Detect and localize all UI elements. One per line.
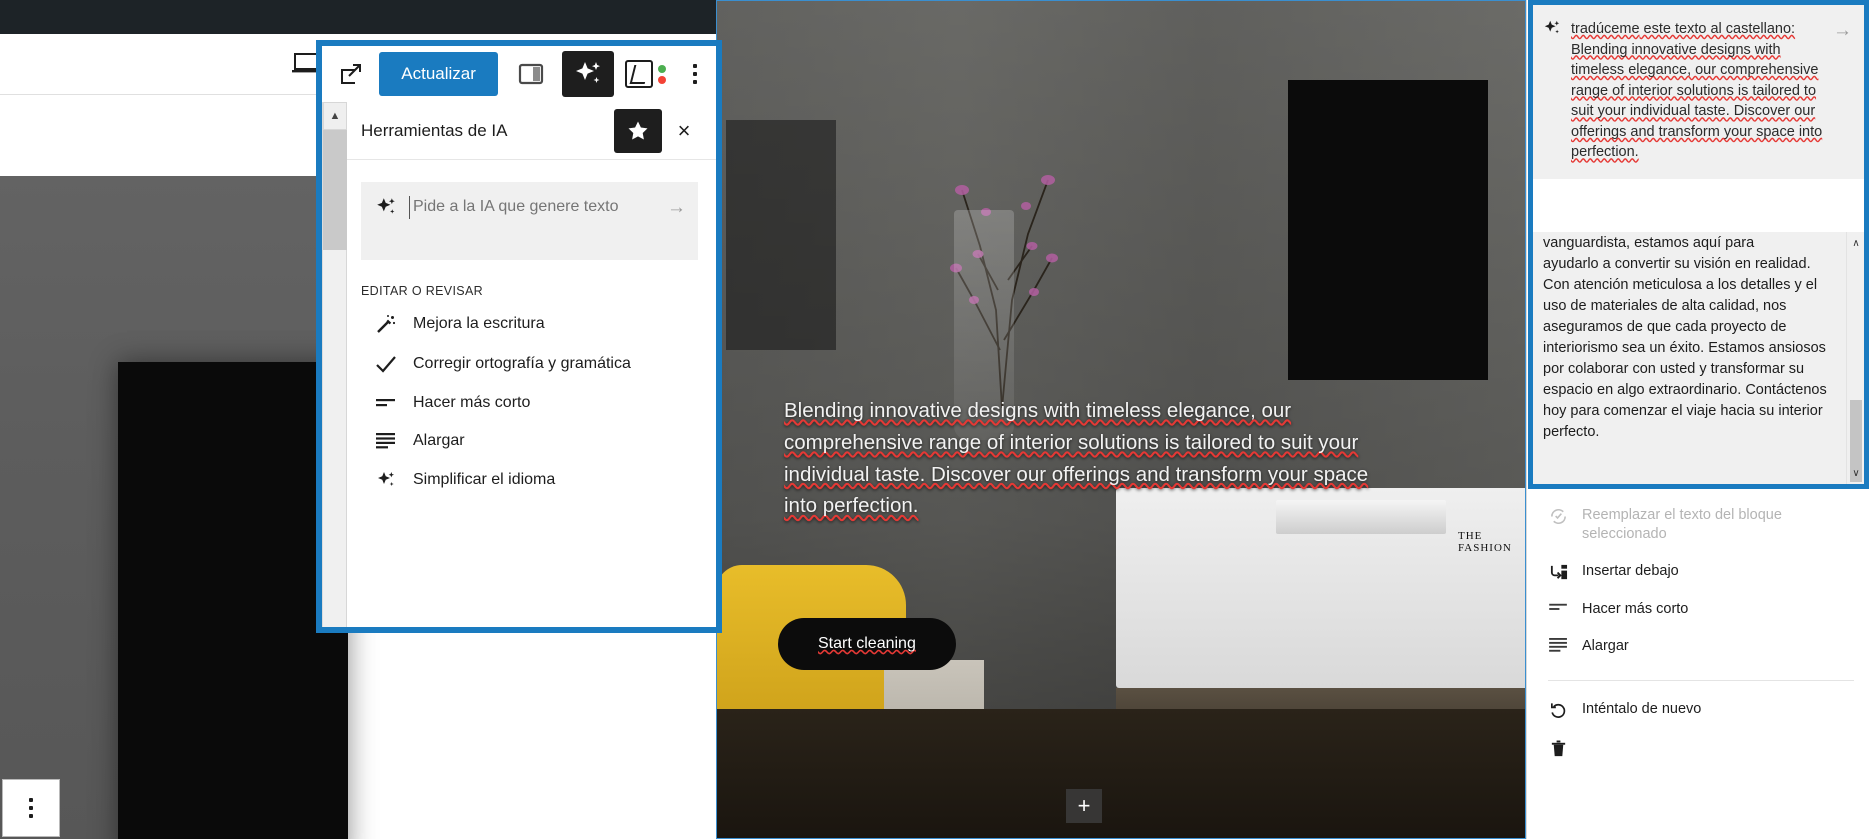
sidebar-panel-icon [517,60,545,88]
ai-section-heading: EDITAR O REVISAR [361,284,484,298]
ai-response-container: vanguardista, estamos aquí para ayudarlo… [1533,232,1864,484]
ai-menu-item-spelling-grammar[interactable]: Corregir ortografía y gramática [323,344,716,384]
hero-frame-left [726,120,836,350]
ai-result-prompt[interactable]: tradúceme este texto al castellano: Blen… [1533,5,1864,180]
sparkles-icon [375,196,397,218]
ai-prompt-input[interactable]: Pide a la IA que genere texto → [361,182,698,260]
close-button[interactable]: × [662,109,706,153]
view-site-button[interactable] [322,46,379,102]
retry-icon [1548,700,1568,720]
scroll-up-icon[interactable]: ∧ [1847,234,1865,252]
star-icon [628,121,648,139]
ai-menu-item-label: Mejora la escritura [413,315,545,332]
ai-response-text-area[interactable]: vanguardista, estamos aquí para ayudarlo… [1533,232,1846,484]
action-try-again[interactable]: Inténtalo de nuevo [1526,691,1876,729]
replace-icon [1548,506,1568,526]
insert-below-icon [1548,562,1568,582]
add-block-button[interactable]: + [1066,789,1102,823]
ai-prompt-keyword: tradúceme [1571,21,1640,37]
ai-prompt-placeholder: Pide a la IA que genere texto [409,196,655,219]
scroll-down-icon[interactable]: ∨ [1847,464,1865,482]
editor-options-button[interactable] [673,46,716,102]
action-make-longer[interactable]: Alargar [1526,628,1876,665]
hero-art-caption: THE FASHION [1458,530,1512,554]
ai-menu-item-label: Corregir ortografía y gramática [413,355,631,372]
hero-block[interactable]: THE FASHION Blending innovative designs … [716,0,1526,839]
sparkles-icon [375,470,397,490]
hero-framed-art [1288,80,1488,380]
action-label: Inténtalo de nuevo [1582,701,1702,718]
ai-result-actions: Reemplazar el texto del bloque seleccion… [1526,497,1876,767]
sparkles-icon [573,59,603,89]
action-label: Hacer más corto [1582,600,1689,617]
action-discard[interactable] [1526,729,1876,767]
action-replace-selected-block[interactable]: Reemplazar el texto del bloque seleccion… [1526,497,1876,553]
shorten-icon [375,396,397,410]
ai-response-clipped-line: vanguardista, estamos aquí para [1543,235,1755,251]
lengthen-icon [1548,637,1568,653]
hero-paragraph-wrap[interactable]: Blending innovative designs with timeles… [784,395,1374,522]
action-label: Alargar [1582,637,1629,654]
favorite-button[interactable] [614,108,662,153]
app-root: THE FASHION Blending innovative designs … [0,0,1876,839]
submit-arrow-icon[interactable]: → [1833,19,1852,42]
hero-floor [716,709,1526,839]
left-wall-art [118,362,348,839]
yoast-seo-button[interactable] [618,46,674,102]
left-preview-area [0,176,348,839]
start-cleaning-label: Start cleaning [818,635,916,652]
action-label: Reemplazar el texto del bloque seleccion… [1582,507,1782,542]
start-cleaning-button[interactable]: Start cleaning [778,618,956,670]
update-button-label: Actualizar [401,64,476,83]
plus-icon: + [1077,793,1091,818]
ai-tools-header: Herramientas de IA × [323,102,716,160]
popover-scrollbar[interactable] [323,130,347,627]
ai-menu-item-improve-writing[interactable]: Mejora la escritura [323,304,716,344]
block-options-button[interactable] [2,779,60,837]
popover-scroll-up-button[interactable]: ▲ [323,102,347,130]
ai-menu-item-make-shorter[interactable]: Hacer más corto [323,384,716,422]
desktop-view-icon[interactable] [291,50,321,76]
update-button[interactable]: Actualizar [379,52,498,96]
action-label: Insertar debajo [1582,562,1679,579]
ai-menu-item-make-longer[interactable]: Alargar [323,422,716,460]
ai-response-text: ayudarlo a convertir su visión en realid… [1543,256,1827,441]
vertical-dots-icon [692,64,697,84]
close-icon: × [677,117,691,143]
ai-menu-item-label: Simplificar el idioma [413,471,556,488]
ai-tools-title: Herramientas de IA [361,120,508,140]
vertical-dots-icon [29,798,33,818]
ai-menu-item-label: Hacer más corto [413,394,531,411]
trash-icon [1548,738,1568,758]
ai-prompt-text-wrap: tradúceme este texto al castellano: Blen… [1571,19,1823,163]
popover-scroll-thumb[interactable] [323,130,347,250]
ai-assistant-sidebar: tradúceme este texto al castellano: Blen… [1526,0,1876,839]
ai-tools-button[interactable] [561,51,614,97]
sparkles-icon [1543,19,1561,37]
yoast-icon [624,60,653,88]
yoast-status-dots-icon [657,64,666,84]
submit-arrow-icon[interactable]: → [667,196,686,219]
external-link-icon [338,61,364,87]
lengthen-icon [375,433,397,449]
ai-menu-item-label: Alargar [413,432,465,449]
action-insert-below[interactable]: Insertar debajo [1526,553,1876,591]
action-make-shorter[interactable]: Hacer más corto [1526,591,1876,628]
ai-tools-popover: ▲ Herramientas de IA × Pide a la IA que … [322,102,716,627]
ai-response-scrollbar[interactable]: ∧ ∨ [1846,232,1864,484]
settings-sidebar-toggle[interactable] [504,46,558,102]
ai-menu-item-simplify-language[interactable]: Simplificar el idioma [323,460,716,500]
shorten-icon [1548,600,1568,614]
ai-prompt-body: este texto al castellano: Blending innov… [1571,21,1823,161]
magic-wand-icon [375,314,397,334]
actions-divider [1548,680,1854,682]
hero-paragraph: Blending innovative designs with timeles… [784,399,1369,518]
check-icon [375,354,397,374]
editor-toolbar: Actualizar [322,46,716,102]
